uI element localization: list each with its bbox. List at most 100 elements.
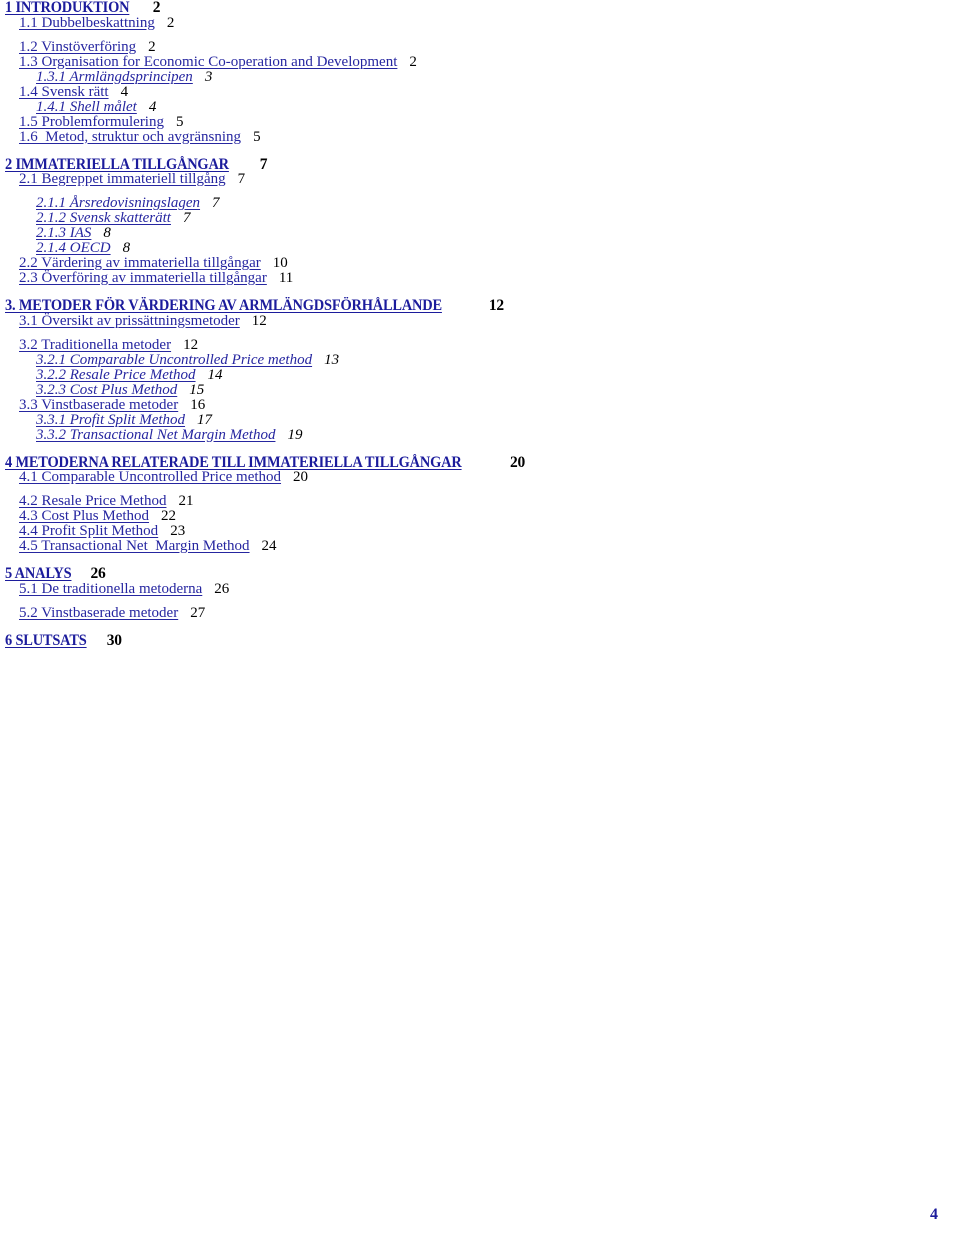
toc-entry-2-1-3[interactable]: 2.1.3 IAS 8 bbox=[0, 226, 960, 241]
toc-entry-3-1[interactable]: 3.1 Översikt av prissättningsmetoder 12 bbox=[0, 312, 960, 329]
toc-entry-5-2[interactable]: 5.2 Vinstbaserade metoder 27 bbox=[0, 605, 960, 621]
toc-entry-label[interactable]: 5 ANALYS bbox=[5, 566, 72, 582]
toc-entry-1-5[interactable]: 1.5 Problemformulering 5 bbox=[0, 113, 960, 130]
toc-entry-label[interactable]: 3.2.2 Resale Price Method bbox=[36, 367, 196, 383]
toc-entry-page-number: 24 bbox=[261, 538, 277, 554]
toc-entry-label[interactable]: 1.5 Problemformulering bbox=[19, 114, 164, 130]
toc-entry-page-number: 30 bbox=[106, 631, 122, 649]
toc-entry-5-1[interactable]: 5.1 De traditionella metoderna 26 bbox=[0, 581, 960, 597]
toc-entry-1-3[interactable]: 1.3 Organisation for Economic Co-operati… bbox=[0, 53, 960, 70]
toc-entry-2-1-2[interactable]: 2.1.2 Svensk skatterätt 7 bbox=[0, 211, 960, 226]
footer-page-number: 4 bbox=[930, 1206, 938, 1223]
toc-entry-page-number: 16 bbox=[190, 396, 206, 413]
toc-entry-5[interactable]: 5 ANALYS 26 bbox=[0, 566, 960, 582]
toc-entry-page-number: 5 bbox=[175, 113, 184, 130]
toc-entry-label[interactable]: 2.2 Värdering av immateriella tillgångar bbox=[19, 256, 261, 271]
toc-entry-label[interactable]: 2.1.1 Årsredovisningslagen bbox=[36, 196, 200, 211]
toc-entry-page-number: 22 bbox=[161, 508, 177, 524]
toc-entry-4-3[interactable]: 4.3 Cost Plus Method 22 bbox=[0, 509, 960, 524]
toc-entry-page-number: 12 bbox=[251, 312, 267, 329]
toc-entry-label[interactable]: 3.1 Översikt av prissättningsmetoder bbox=[19, 313, 240, 329]
toc-entry-label[interactable]: 3.2.3 Cost Plus Method bbox=[36, 382, 177, 398]
toc-entry-3-3-2[interactable]: 3.3.2 Transactional Net Margin Method 19 bbox=[0, 427, 960, 443]
toc-entry-label[interactable]: 6 SLUTSATS bbox=[5, 632, 87, 649]
toc-entry-label[interactable]: 1.3.1 Armlängdsprincipen bbox=[36, 69, 193, 85]
toc-entry-1[interactable]: 1 INTRODUKTION 2 bbox=[0, 0, 960, 16]
toc-entry-page-number: 2 bbox=[152, 0, 161, 16]
toc-entry-6[interactable]: 6 SLUTSATS 30 bbox=[0, 631, 960, 649]
toc-entry-4-5[interactable]: 4.5 Transactional Net Margin Method 24 bbox=[0, 539, 960, 554]
toc-entry-3-2-2[interactable]: 3.2.2 Resale Price Method 14 bbox=[0, 366, 960, 383]
toc-entry-1-4[interactable]: 1.4 Svensk rätt 4 bbox=[0, 83, 960, 100]
toc-entry-label[interactable]: 5.1 De traditionella metoderna bbox=[19, 581, 202, 597]
toc-entry-label[interactable]: 2.1.4 OECD bbox=[36, 241, 111, 256]
toc-entry-label[interactable]: 3.2.1 Comparable Uncontrolled Price meth… bbox=[36, 352, 312, 368]
toc-entry-2-1[interactable]: 2.1 Begreppet immateriell tillgång 7 bbox=[0, 172, 960, 187]
toc-entry-label[interactable]: 4 METODERNA RELATERADE TILL IMMATERIELLA… bbox=[5, 454, 462, 471]
toc-entry-label[interactable]: 3.2 Traditionella metoder bbox=[19, 337, 171, 353]
toc-entry-label[interactable]: 3.3.1 Profit Split Method bbox=[36, 412, 185, 428]
toc-entry-4-2[interactable]: 4.2 Resale Price Method 21 bbox=[0, 494, 960, 509]
toc-entry-3-2-3[interactable]: 3.2.3 Cost Plus Method 15 bbox=[0, 381, 960, 398]
toc-entry-4-1[interactable]: 4.1 Comparable Uncontrolled Price method… bbox=[0, 470, 960, 485]
toc-entry-4[interactable]: 4 METODERNA RELATERADE TILL IMMATERIELLA… bbox=[0, 453, 960, 471]
toc-entry-1-2[interactable]: 1.2 Vinstöverföring 2 bbox=[0, 39, 960, 55]
toc-entry-label[interactable]: 1.3 Organisation for Economic Co-operati… bbox=[19, 54, 397, 70]
toc-entry-label[interactable]: 2.1 Begreppet immateriell tillgång bbox=[19, 172, 226, 187]
toc-entry-label[interactable]: 5.2 Vinstbaserade metoder bbox=[19, 605, 178, 621]
toc-entry-1-1[interactable]: 1.1 Dubbelbeskattning 2 bbox=[0, 14, 960, 31]
toc-entry-label[interactable]: 1.2 Vinstöverföring bbox=[19, 39, 136, 55]
toc-entry-label[interactable]: 4.5 Transactional Net Margin Method bbox=[19, 539, 250, 554]
toc-entry-page-number: 4 bbox=[148, 98, 157, 115]
toc-entry-1-3-1[interactable]: 1.3.1 Armlängdsprincipen 3 bbox=[0, 69, 960, 85]
toc-entry-page-number: 20 bbox=[293, 469, 309, 485]
toc-entry-label[interactable]: 1.1 Dubbelbeskattning bbox=[19, 15, 155, 31]
toc-entry-label[interactable]: 2 IMMATERIELLA TILLGÅNGAR bbox=[5, 156, 229, 173]
toc-entry-3-3-1[interactable]: 3.3.1 Profit Split Method 17 bbox=[0, 411, 960, 428]
toc-entry-page-number: 13 bbox=[324, 351, 340, 368]
toc-entry-2-2[interactable]: 2.2 Värdering av immateriella tillgångar… bbox=[0, 256, 960, 271]
toc-entry-3-2[interactable]: 3.2 Traditionella metoder 12 bbox=[0, 336, 960, 353]
toc-entry-page-number: 2 bbox=[409, 53, 417, 70]
toc-entry-label[interactable]: 1.4 Svensk rätt bbox=[19, 84, 109, 100]
toc-entry-label[interactable]: 4.4 Profit Split Method bbox=[19, 524, 158, 539]
toc-entry-label[interactable]: 3. METODER FÖR VÄRDERING AV ARMLÄNGDSFÖR… bbox=[5, 298, 442, 314]
toc-entry-page-number: 7 bbox=[237, 171, 246, 187]
toc-entry-label[interactable]: 4.3 Cost Plus Method bbox=[19, 509, 149, 524]
toc-entry-page-number: 21 bbox=[178, 493, 194, 509]
toc-entry-label[interactable]: 2.3 Överföring av immateriella tillgånga… bbox=[19, 271, 267, 286]
toc-entry-2-3[interactable]: 2.3 Överföring av immateriella tillgånga… bbox=[0, 271, 960, 286]
toc-entry-2-1-1[interactable]: 2.1.1 Årsredovisningslagen 7 bbox=[0, 196, 960, 211]
toc-entry-page-number: 11 bbox=[278, 270, 294, 286]
toc-entry-page-number: 26 bbox=[90, 565, 106, 582]
toc-entry-label[interactable]: 1 INTRODUKTION bbox=[5, 0, 130, 16]
toc-entry-1-4-1[interactable]: 1.4.1 Shell målet 4 bbox=[0, 98, 960, 115]
toc-entry-page-number: 17 bbox=[197, 411, 213, 428]
toc-entry-page-number: 7 bbox=[182, 210, 191, 226]
toc-entry-page-number: 2 bbox=[166, 14, 175, 31]
toc-entry-4-4[interactable]: 4.4 Profit Split Method 23 bbox=[0, 524, 960, 539]
toc-entry-3[interactable]: 3. METODER FÖR VÄRDERING AV ARMLÄNGDSFÖR… bbox=[0, 298, 960, 314]
toc-entry-3-2-1[interactable]: 3.2.1 Comparable Uncontrolled Price meth… bbox=[0, 351, 960, 368]
toc-entry-page-number: 8 bbox=[103, 225, 111, 241]
toc-entry-label[interactable]: 2.1.2 Svensk skatterätt bbox=[36, 211, 171, 226]
toc-entry-label[interactable]: 4.2 Resale Price Method bbox=[19, 494, 166, 509]
toc-entry-1-6[interactable]: 1.6 Metod, struktur och avgränsning 5 bbox=[0, 129, 960, 145]
toc-entry-page-number: 4 bbox=[120, 83, 129, 100]
toc-entry-page-number: 20 bbox=[509, 453, 526, 471]
toc-entry-label[interactable]: 1.4.1 Shell målet bbox=[36, 99, 137, 115]
toc-entry-page-number: 12 bbox=[183, 336, 199, 353]
table-of-contents: 1 INTRODUKTION 2 1.1 Dubbelbeskattning 2 1.2… bbox=[0, 0, 960, 648]
toc-entry-2-1-4[interactable]: 2.1.4 OECD 8 bbox=[0, 241, 960, 256]
toc-entry-2[interactable]: 2 IMMATERIELLA TILLGÅNGAR 7 bbox=[0, 156, 960, 173]
toc-entry-label[interactable]: 3.3.2 Transactional Net Margin Method bbox=[36, 427, 275, 443]
toc-entry-3-3[interactable]: 3.3 Vinstbaserade metoder 16 bbox=[0, 396, 960, 413]
toc-entry-page-number: 10 bbox=[272, 255, 288, 271]
toc-entry-label[interactable]: 1.6 Metod, struktur och avgränsning bbox=[19, 129, 241, 145]
toc-entry-label[interactable]: 3.3 Vinstbaserade metoder bbox=[19, 397, 178, 413]
toc-entry-page-number: 12 bbox=[488, 297, 504, 314]
toc-entry-label[interactable]: 4.1 Comparable Uncontrolled Price method bbox=[19, 470, 281, 485]
toc-entry-label[interactable]: 2.1.3 IAS bbox=[36, 226, 91, 241]
toc-entry-page-number: 15 bbox=[189, 381, 205, 398]
toc-entry-page-number: 14 bbox=[207, 366, 223, 383]
